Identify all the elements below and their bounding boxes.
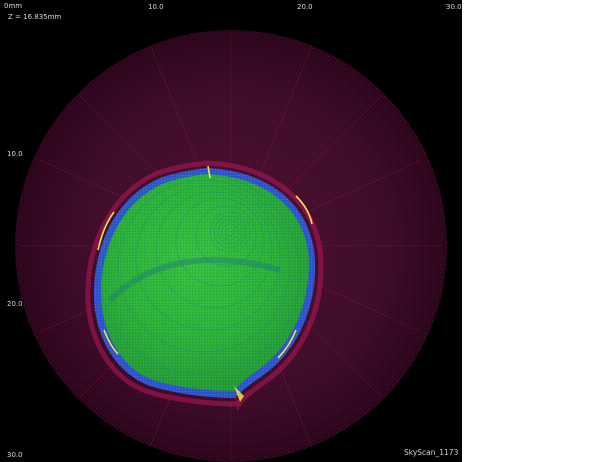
scanner-brand-label: SkyScan_1173 xyxy=(404,448,459,457)
ruler-left-label-10: 10.0 xyxy=(7,150,23,158)
blank-margin xyxy=(462,0,600,462)
ruler-left-label-30: 30.0 xyxy=(7,451,23,459)
ruler-top-label-0: 0mm xyxy=(4,2,23,10)
ruler-top-label-10: 10.0 xyxy=(148,3,164,11)
ruler-left-label-20: 20.0 xyxy=(7,300,23,308)
ruler-top-label-20: 20.0 xyxy=(297,3,313,11)
ct-slice-viewer: 0mm 10.0 20.0 30.0 Z = 16.835mm 10.0 20.… xyxy=(0,0,462,462)
ruler-top-label-30: 30.0 xyxy=(446,3,462,11)
ct-slice-image xyxy=(15,30,447,462)
z-position-readout: Z = 16.835mm xyxy=(8,13,62,21)
